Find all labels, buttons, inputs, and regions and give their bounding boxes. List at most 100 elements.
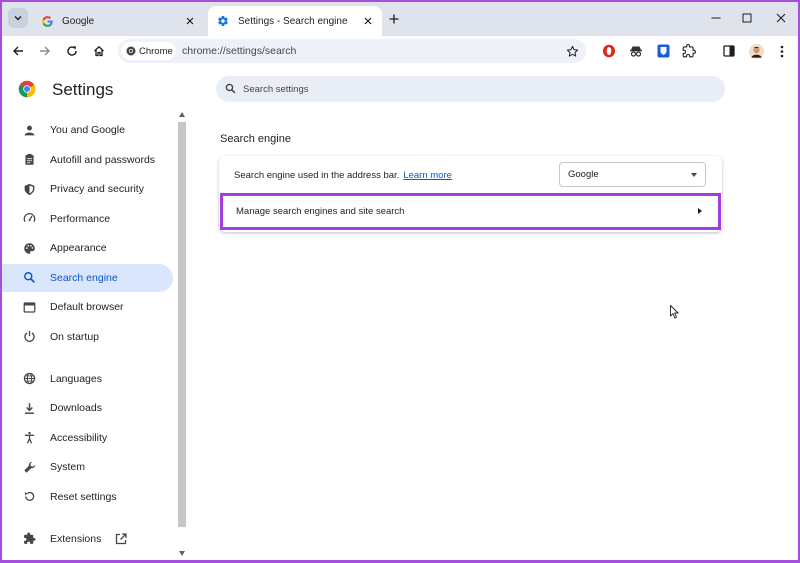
close-icon xyxy=(776,13,786,23)
incognito-spy-extension-icon[interactable] xyxy=(627,42,645,60)
search-input[interactable] xyxy=(243,83,643,95)
maximize-icon xyxy=(742,13,752,23)
home-icon xyxy=(94,45,104,57)
wrench-icon xyxy=(22,460,36,474)
settings-search-box[interactable] xyxy=(216,76,725,102)
minimize-button[interactable] xyxy=(705,8,727,28)
sidebar-item-performance[interactable]: Performance xyxy=(2,205,173,233)
sidebar-item-autofill[interactable]: Autofill and passwords xyxy=(2,146,173,174)
bitwarden-shield-icon[interactable] xyxy=(654,42,672,60)
sidebar-item-accessibility[interactable]: Accessibility xyxy=(2,424,173,452)
external-link-icon xyxy=(115,532,128,545)
site-info-chip[interactable]: Chrome xyxy=(121,42,176,60)
sidebar-item-label: System xyxy=(50,461,86,473)
page-title: Settings xyxy=(52,80,114,99)
sidebar-item-label: You and Google xyxy=(50,124,125,136)
address-bar-engine-row: Search engine used in the address bar. Le… xyxy=(219,156,722,194)
reset-icon xyxy=(22,490,36,504)
sidebar-item-system[interactable]: System xyxy=(2,453,173,481)
home-button[interactable] xyxy=(89,41,109,61)
arrow-right-icon xyxy=(40,46,50,56)
caret-down-icon xyxy=(691,173,697,177)
sidebar-item-label: Accessibility xyxy=(50,431,108,444)
sidebar-item-search-engine[interactable]: Search engine xyxy=(2,263,173,292)
sidebar-item-languages[interactable]: Languages xyxy=(2,365,173,393)
maximize-button[interactable] xyxy=(736,8,758,28)
sidebar-item-extensions[interactable]: Extensions xyxy=(2,525,173,553)
accessibility-icon xyxy=(22,431,36,445)
tab-title: Google xyxy=(62,15,95,27)
sidebar-item-privacy[interactable]: Privacy and security xyxy=(2,175,173,203)
search-engine-card: Search engine used in the address bar. Le… xyxy=(219,156,722,232)
bookmark-star-button[interactable] xyxy=(563,42,581,60)
chevron-down-icon xyxy=(14,16,22,21)
arrow-left-icon xyxy=(13,46,23,56)
power-icon xyxy=(22,330,36,344)
tab-strip: Google Settings - Search engine xyxy=(2,2,798,36)
url-text[interactable]: chrome://settings/search xyxy=(182,45,296,57)
clipboard-icon xyxy=(22,153,36,167)
sidebar-item-label: Downloads xyxy=(50,402,102,414)
row-description: Search engine used in the address bar. Le… xyxy=(234,169,452,181)
person-icon xyxy=(22,123,36,137)
tab-title: Settings - Search engine xyxy=(238,15,348,27)
sidebar-item-label: Performance xyxy=(50,212,111,225)
back-button[interactable] xyxy=(8,41,28,61)
kebab-menu-icon[interactable] xyxy=(773,42,791,60)
profile-avatar[interactable] xyxy=(747,42,765,60)
window-close-button[interactable] xyxy=(770,8,792,28)
chrome-logo-icon xyxy=(126,46,136,56)
sidebar-item-label: Privacy and security xyxy=(50,183,144,195)
sidebar-item-downloads[interactable]: Downloads xyxy=(2,394,173,422)
sidebar-item-label: Reset settings xyxy=(50,490,117,503)
new-tab-button[interactable] xyxy=(385,10,403,28)
puzzle-icon xyxy=(22,532,36,546)
browser-toolbar: Chrome chrome://settings/search xyxy=(2,36,798,66)
palette-icon xyxy=(22,241,36,255)
sidebar-item-label: Autofill and passwords xyxy=(50,153,156,166)
sidebar-item-on-startup[interactable]: On startup xyxy=(2,323,173,351)
section-title: Search engine xyxy=(220,133,291,145)
reload-button[interactable] xyxy=(62,41,82,61)
sidebar-item-label: Default browser xyxy=(50,301,124,313)
shield-icon xyxy=(22,182,36,196)
plus-icon xyxy=(389,14,399,24)
chrome-logo-icon xyxy=(18,80,36,98)
scroll-down-arrow-icon xyxy=(179,551,185,556)
learn-more-link[interactable]: Learn more xyxy=(403,170,452,181)
sidebar-item-label: Appearance xyxy=(50,242,107,254)
globe-icon xyxy=(22,372,36,386)
speedometer-icon xyxy=(22,212,36,226)
arrow-right-icon xyxy=(698,208,702,214)
sidebar-item-reset-settings[interactable]: Reset settings xyxy=(2,483,173,511)
sidebar-item-label: Search engine xyxy=(50,271,118,284)
tab-search-button[interactable] xyxy=(8,8,28,28)
close-icon[interactable] xyxy=(360,13,376,29)
star-icon xyxy=(566,45,578,57)
side-panel-icon[interactable] xyxy=(720,42,738,60)
puzzle-icon[interactable] xyxy=(680,42,698,60)
manage-search-engines-row[interactable]: Manage search engines and site search xyxy=(220,193,721,230)
tab-settings[interactable]: Settings - Search engine xyxy=(208,6,382,36)
scroll-up-arrow-icon xyxy=(179,112,185,117)
close-icon[interactable] xyxy=(182,13,198,29)
opera-vpn-extension-icon[interactable] xyxy=(600,42,618,60)
dropdown-value: Google xyxy=(568,169,599,180)
address-bar[interactable]: Chrome chrome://settings/search xyxy=(118,39,586,63)
search-icon xyxy=(225,83,237,95)
sidebar-item-label: Languages xyxy=(50,372,102,385)
google-g-icon xyxy=(40,14,54,28)
mouse-cursor-icon xyxy=(670,305,679,319)
sidebar-scrollbar[interactable] xyxy=(177,110,187,560)
forward-button[interactable] xyxy=(35,41,55,61)
sidebar-item-you-and-google[interactable]: You and Google xyxy=(2,116,173,144)
search-engine-dropdown[interactable]: Google xyxy=(559,162,706,187)
tab-google[interactable]: Google xyxy=(32,6,204,36)
sidebar-item-appearance[interactable]: Appearance xyxy=(2,234,173,262)
sidebar-item-label: On startup xyxy=(50,330,100,343)
scroll-thumb[interactable] xyxy=(178,122,186,527)
search-icon xyxy=(22,271,36,285)
browser-window-icon xyxy=(22,300,36,314)
row-label: Manage search engines and site search xyxy=(236,206,405,217)
sidebar-item-default-browser[interactable]: Default browser xyxy=(2,293,173,321)
